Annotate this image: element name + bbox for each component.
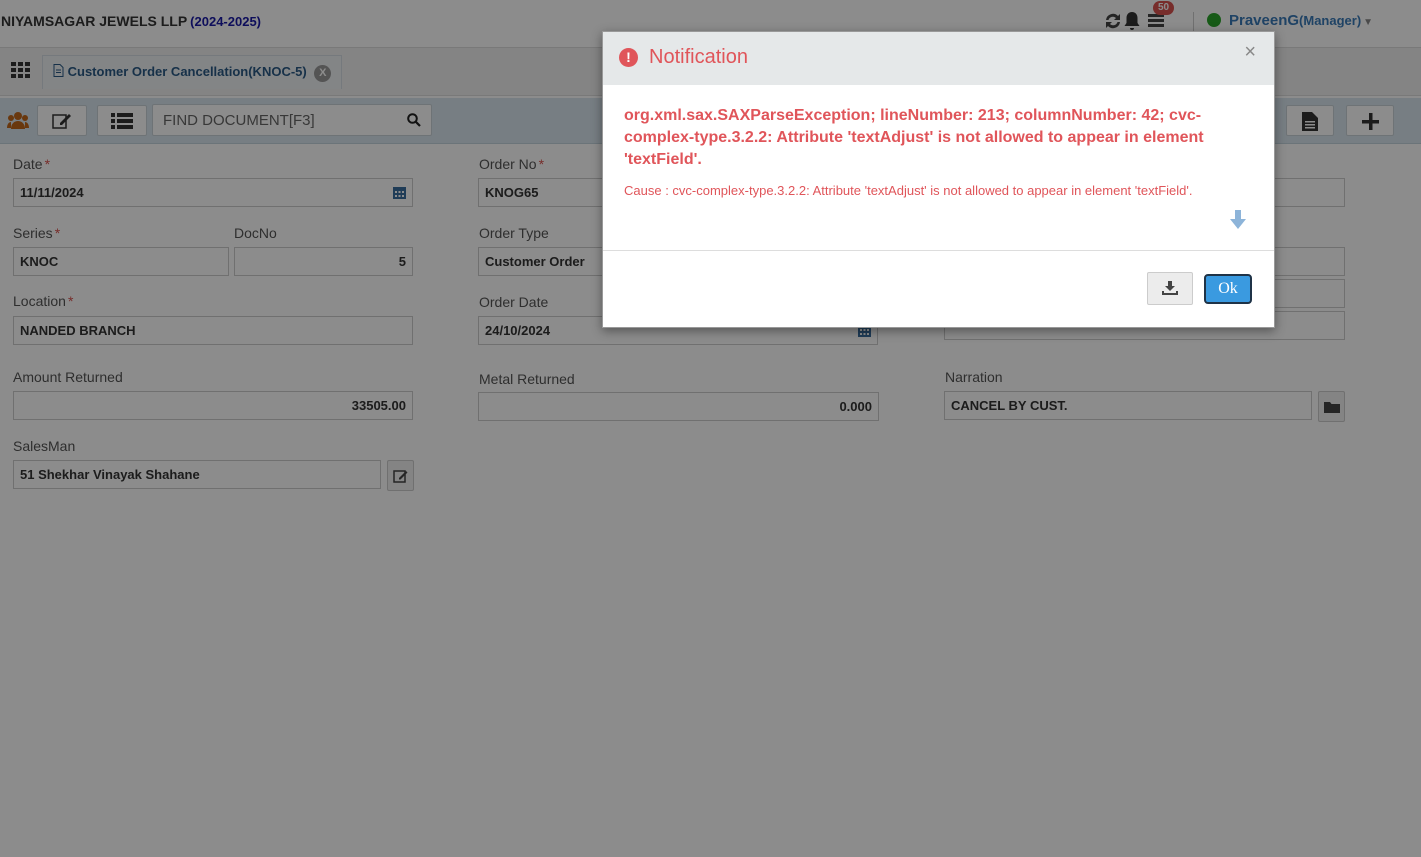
error-message: org.xml.sax.SAXParseException; lineNumbe… <box>624 107 1204 168</box>
notification-dialog: ! Notification × org.xml.sax.SAXParseExc… <box>602 31 1275 328</box>
dialog-header: ! Notification × <box>603 32 1274 85</box>
download-button[interactable] <box>1147 272 1193 305</box>
ok-button[interactable]: Ok <box>1204 274 1252 304</box>
arrow-down-icon[interactable] <box>1230 210 1246 233</box>
close-icon[interactable]: × <box>1244 41 1256 64</box>
dialog-divider <box>603 250 1274 251</box>
error-icon: ! <box>619 48 638 67</box>
dialog-title: Notification <box>649 46 748 68</box>
error-cause: Cause : cvc-complex-type.3.2.2: Attribut… <box>624 183 1193 198</box>
download-icon <box>1162 281 1178 298</box>
